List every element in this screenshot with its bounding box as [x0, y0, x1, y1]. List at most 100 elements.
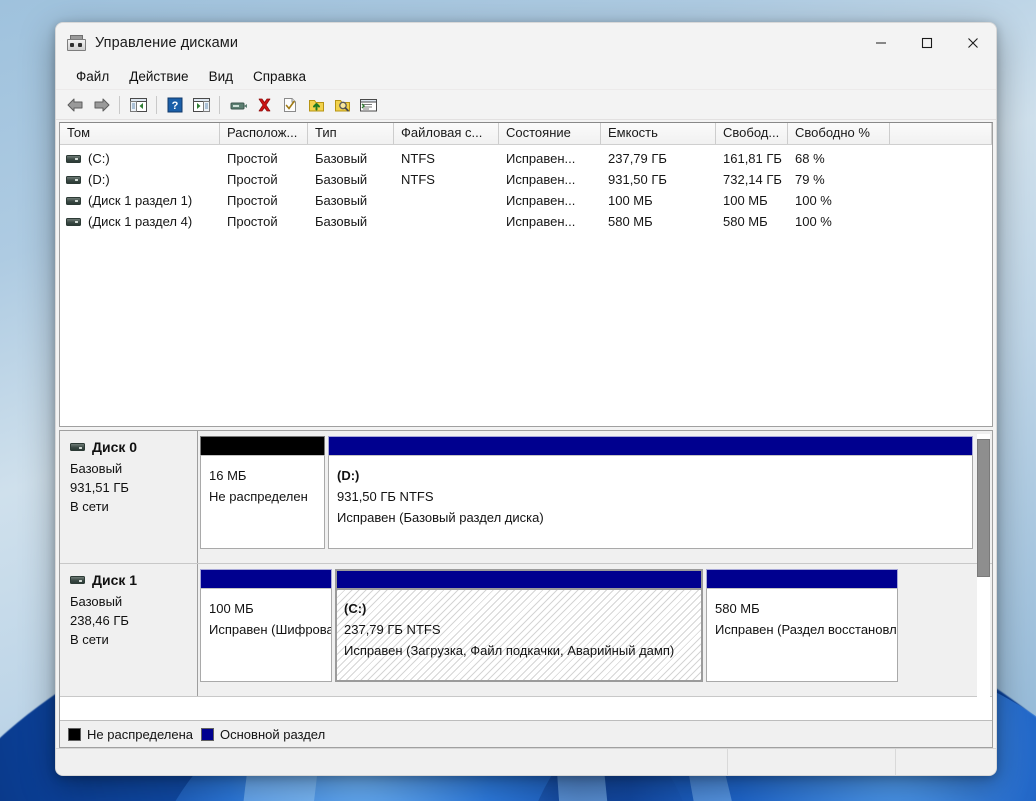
disk-scroll-area: Диск 0 Базовый 931,51 ГБ В сети 16 МБ Не…: [60, 431, 992, 720]
minimize-icon[interactable]: [858, 23, 904, 63]
cell-capacity: 580 МБ: [608, 214, 653, 229]
disk-info-1[interactable]: Диск 1 Базовый 238,46 ГБ В сети: [60, 564, 198, 696]
menu-action[interactable]: Действие: [119, 66, 198, 87]
column-header-status[interactable]: Состояние: [499, 123, 601, 144]
cell-volume: (C:): [60, 151, 220, 166]
table-row[interactable]: (Диск 1 раздел 1) Простой Базовый Исправ…: [60, 190, 992, 211]
disk-status-label: В сети: [70, 632, 109, 647]
statusbar-section-main: [56, 749, 728, 775]
partition-body: 100 МБ Исправен (Шифрованный EFI): [200, 588, 332, 682]
volume-icon: [66, 154, 81, 163]
column-header-free[interactable]: Свобод...: [716, 123, 788, 144]
cell-layout: Простой: [227, 193, 278, 208]
disk-management-window: Управление дисками Файл Действие Вид Спр…: [55, 22, 997, 776]
show-hide-console-tree-icon[interactable]: [125, 93, 151, 117]
cell-free-percent: 100 %: [795, 214, 832, 229]
partition-colorbar: [706, 569, 898, 588]
back-icon[interactable]: [62, 93, 88, 117]
partition-efi[interactable]: 100 МБ Исправен (Шифрованный EFI): [200, 569, 332, 682]
cell-volume: (Диск 1 раздел 4): [60, 214, 220, 229]
menu-view[interactable]: Вид: [199, 66, 243, 87]
extend-volume-icon[interactable]: [303, 93, 329, 117]
table-row[interactable]: (Диск 1 раздел 4) Простой Базовый Исправ…: [60, 211, 992, 232]
partition-unallocated[interactable]: 16 МБ Не распределен: [200, 436, 325, 549]
column-header-type[interactable]: Тип: [308, 123, 394, 144]
titlebar-left: Управление дисками: [56, 35, 238, 51]
column-header-capacity[interactable]: Емкость: [601, 123, 716, 144]
partition-size: 580 МБ: [715, 601, 760, 616]
toolbar-separator-3: [219, 95, 220, 114]
cell-layout: Простой: [227, 151, 278, 166]
legend-swatch-primary: [201, 727, 215, 741]
statusbar-section-two: [728, 749, 896, 775]
disk-name-label: Диск 1: [92, 572, 138, 588]
cell-free-percent: 79 %: [795, 172, 825, 187]
cell-free: 161,81 ГБ: [723, 151, 782, 166]
statusbar-section-three: [896, 749, 996, 775]
partition-status: Исправен (Шифрованный EFI): [209, 622, 331, 637]
disk-pane-scrollbar-thumb[interactable]: [977, 439, 990, 577]
cell-type: Базовый: [315, 172, 368, 187]
partition-body: 16 МБ Не распределен: [200, 455, 325, 549]
show-hide-action-pane-icon[interactable]: [188, 93, 214, 117]
window-titlebar[interactable]: Управление дисками: [56, 23, 996, 63]
delete-icon[interactable]: [251, 93, 277, 117]
partition-d[interactable]: (D:) 931,50 ГБ NTFS Исправен (Базовый ра…: [328, 436, 973, 549]
disk-management-icon: [67, 35, 86, 51]
toolbar-separator-2: [156, 95, 157, 114]
column-header-filesystem[interactable]: Файловая с...: [394, 123, 499, 144]
forward-icon[interactable]: [88, 93, 114, 117]
cell-layout: Простой: [227, 214, 278, 229]
maximize-icon[interactable]: [904, 23, 950, 63]
partition-status: Не распределен: [209, 489, 308, 504]
disk-info-0[interactable]: Диск 0 Базовый 931,51 ГБ В сети: [60, 431, 198, 563]
search-icon[interactable]: [329, 93, 355, 117]
legend-label-unallocated: Не распределена: [87, 726, 194, 742]
details-icon[interactable]: [355, 93, 381, 117]
close-icon[interactable]: [950, 23, 996, 63]
help-icon[interactable]: ?: [162, 93, 188, 117]
disk-row-1[interactable]: Диск 1 Базовый 238,46 ГБ В сети 100 МБ И…: [60, 564, 992, 697]
disk-pane-scrollbar[interactable]: [977, 434, 990, 717]
partition-label: (D:): [337, 468, 360, 483]
disk-title-1: Диск 1: [70, 572, 197, 588]
cell-free: 100 МБ: [723, 193, 768, 208]
volume-list-pane: Том Располож... Тип Файловая с... Состоя…: [59, 122, 993, 427]
cell-volume: (D:): [60, 172, 220, 187]
column-header-spacer[interactable]: [890, 123, 992, 144]
legend-label-primary: Основной раздел: [220, 726, 326, 742]
menu-file[interactable]: Файл: [66, 66, 119, 87]
column-header-volume[interactable]: Том: [60, 123, 220, 144]
properties-icon[interactable]: [225, 93, 251, 117]
cell-filesystem: NTFS: [401, 151, 435, 166]
cell-type: Базовый: [315, 151, 368, 166]
cell-status: Исправен...: [506, 172, 576, 187]
menu-help[interactable]: Справка: [243, 66, 316, 87]
disk-partitions-1: 100 МБ Исправен (Шифрованный EFI) (C:) 2…: [198, 564, 992, 696]
check-icon[interactable]: [277, 93, 303, 117]
statusbar: [56, 748, 996, 775]
partition-colorbar: [200, 436, 325, 455]
window-title: Управление дисками: [95, 35, 239, 51]
partition-status: Исправен (Загрузка, Файл подкачки, Авари…: [344, 643, 675, 658]
partition-c[interactable]: (C:) 237,79 ГБ NTFS Исправен (Загрузка, …: [335, 569, 703, 682]
desktop-background: Управление дисками Файл Действие Вид Спр…: [0, 0, 1036, 801]
table-row[interactable]: (C:) Простой Базовый NTFS Исправен... 23…: [60, 148, 992, 169]
legend-unallocated: Не распределена: [68, 727, 193, 742]
volume-icon: [66, 196, 81, 205]
partition-colorbar: [328, 436, 973, 455]
cell-free: 732,14 ГБ: [723, 172, 782, 187]
column-header-free-percent[interactable]: Свободно %: [788, 123, 890, 144]
legend-bar: Не распределена Основной раздел: [60, 720, 992, 747]
volume-list-header: Том Располож... Тип Файловая с... Состоя…: [60, 123, 992, 145]
partition-body: (C:) 237,79 ГБ NTFS Исправен (Загрузка, …: [335, 588, 703, 682]
cell-free-percent: 100 %: [795, 193, 832, 208]
disk-row-0[interactable]: Диск 0 Базовый 931,51 ГБ В сети 16 МБ Не…: [60, 431, 992, 564]
disk-type-label: Базовый: [70, 461, 123, 476]
column-header-layout[interactable]: Располож...: [220, 123, 308, 144]
cell-capacity: 100 МБ: [608, 193, 653, 208]
cell-volume-label: (D:): [88, 172, 110, 187]
partition-recovery[interactable]: 580 МБ Исправен (Раздел восстановления): [706, 569, 898, 682]
partition-size: 931,50 ГБ NTFS: [337, 489, 434, 504]
table-row[interactable]: (D:) Простой Базовый NTFS Исправен... 93…: [60, 169, 992, 190]
